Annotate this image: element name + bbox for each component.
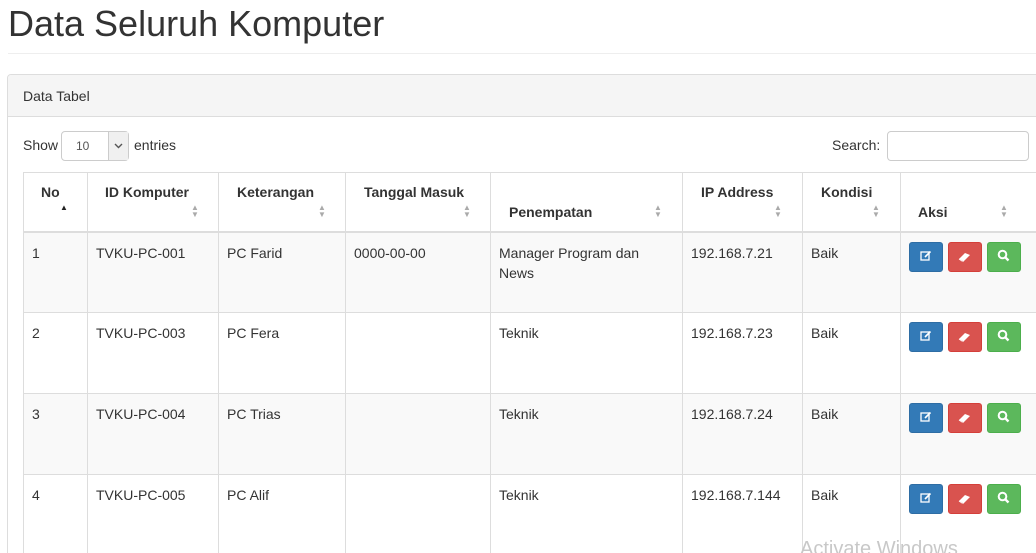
cell-no: 4: [23, 474, 88, 553]
column-header-label: Aksi: [918, 204, 948, 220]
sort-icon: ▲ ▼: [191, 203, 199, 219]
table-row: 2 TVKU-PC-003 PC Fera Teknik 192.168.7.2…: [23, 312, 1036, 394]
cell-no: 2: [23, 312, 88, 394]
entries-label: entries: [134, 137, 177, 153]
cell-ip-address: 192.168.7.144: [682, 474, 803, 553]
panel-heading: Data Tabel: [8, 75, 1036, 117]
search-label: Search:: [832, 137, 881, 153]
cell-aksi: [900, 312, 1036, 394]
column-header-tanggal-masuk[interactable]: Tanggal Masuk ▲ ▼: [345, 172, 491, 233]
edit-button[interactable]: [909, 241, 943, 272]
cell-no: 3: [23, 393, 88, 475]
cell-no: 1: [23, 231, 88, 313]
show-label: Show: [23, 137, 59, 153]
cell-id-komputer: TVKU-PC-004: [87, 393, 219, 475]
column-header-label: Penempatan: [509, 204, 593, 220]
cell-penempatan: Teknik: [490, 474, 683, 553]
column-header-label: IP Address: [701, 184, 774, 200]
edit-button[interactable]: [909, 403, 943, 433]
search-icon: [997, 489, 1010, 509]
search-icon: [997, 327, 1010, 347]
sort-icon: ▲ ▼: [318, 203, 326, 219]
view-button[interactable]: [986, 403, 1021, 433]
sort-icon: ▲ ▼: [872, 203, 880, 219]
title-divider: [8, 53, 1036, 54]
cell-kondisi: Baik: [802, 393, 901, 475]
cell-keterangan: PC Farid: [218, 231, 346, 313]
edit-button[interactable]: [909, 484, 943, 514]
cell-tanggal-masuk: [345, 312, 491, 394]
eraser-icon: [958, 408, 972, 428]
chevron-down-icon[interactable]: [108, 132, 128, 160]
column-header-keterangan[interactable]: Keterangan ▲ ▼: [218, 172, 346, 233]
cell-aksi: [900, 393, 1036, 475]
sort-icon: ▲ ▼: [463, 203, 471, 219]
page-title: Data Seluruh Komputer: [8, 3, 385, 44]
column-header-label: Keterangan: [237, 184, 315, 200]
cell-keterangan: PC Alif: [218, 474, 346, 553]
search-icon: [997, 247, 1010, 267]
cell-tanggal-masuk: [345, 393, 491, 475]
eraser-icon: [958, 327, 972, 347]
cell-penempatan: Manager Program dan News: [490, 231, 683, 313]
eraser-icon: [958, 247, 972, 267]
entries-length-select[interactable]: 10: [61, 131, 129, 161]
delete-button[interactable]: [947, 322, 982, 352]
delete-button[interactable]: [947, 403, 982, 433]
column-header-label: ID Komputer: [105, 184, 189, 200]
delete-button[interactable]: [947, 241, 982, 272]
column-header-no[interactable]: No ▲: [23, 172, 88, 233]
cell-ip-address: 192.168.7.21: [682, 231, 803, 313]
cell-penempatan: Teknik: [490, 393, 683, 475]
cell-tanggal-masuk: 0000-00-00: [345, 231, 491, 313]
sort-icon: ▲ ▼: [1000, 203, 1008, 219]
cell-aksi: [900, 231, 1036, 313]
cell-kondisi: Baik: [802, 312, 901, 394]
cell-tanggal-masuk: [345, 474, 491, 553]
sort-asc-icon: ▲: [60, 203, 68, 212]
cell-ip-address: 192.168.7.24: [682, 393, 803, 475]
search-icon: [997, 408, 1010, 428]
cell-id-komputer: TVKU-PC-003: [87, 312, 219, 394]
table-row: 3 TVKU-PC-004 PC Trias Teknik 192.168.7.…: [23, 393, 1036, 475]
cell-id-komputer: TVKU-PC-005: [87, 474, 219, 553]
data-panel: Data Tabel Show 10 entries Search: No ▲ …: [7, 74, 1036, 553]
column-header-penempatan[interactable]: Penempatan ▲ ▼: [490, 172, 683, 233]
view-button[interactable]: [986, 241, 1021, 272]
cell-id-komputer: TVKU-PC-001: [87, 231, 219, 313]
column-header-ip-address[interactable]: IP Address ▲ ▼: [682, 172, 803, 233]
edit-icon: [920, 408, 932, 428]
cell-kondisi: Baik: [802, 231, 901, 313]
table-row: 1 TVKU-PC-001 PC Farid 0000-00-00 Manage…: [23, 231, 1036, 313]
view-button[interactable]: [986, 322, 1021, 352]
edit-icon: [920, 327, 932, 347]
edit-button[interactable]: [909, 322, 943, 352]
column-header-id-komputer[interactable]: ID Komputer ▲ ▼: [87, 172, 219, 233]
sort-icon: ▲ ▼: [654, 203, 662, 219]
entries-length-value: 10: [76, 139, 90, 153]
cell-ip-address: 192.168.7.23: [682, 312, 803, 394]
edit-icon: [920, 489, 932, 509]
view-button[interactable]: [986, 484, 1021, 514]
eraser-icon: [958, 489, 972, 509]
computer-table: No ▲ ID Komputer ▲ ▼ Keterangan ▲ ▼ Tangga…: [23, 172, 1036, 553]
column-header-kondisi[interactable]: Kondisi ▲ ▼: [802, 172, 901, 233]
column-header-aksi[interactable]: Aksi ▲ ▼: [900, 172, 1036, 233]
column-header-label: Kondisi: [821, 184, 873, 200]
column-header-label: No: [41, 184, 60, 200]
cell-keterangan: PC Trias: [218, 393, 346, 475]
column-header-label: Tanggal Masuk: [364, 184, 465, 200]
delete-button[interactable]: [947, 484, 982, 514]
search-input[interactable]: [887, 131, 1029, 161]
sort-icon: ▲ ▼: [774, 203, 782, 219]
edit-icon: [920, 247, 932, 267]
table-header-row: No ▲ ID Komputer ▲ ▼ Keterangan ▲ ▼ Tangga…: [23, 172, 1036, 233]
cell-keterangan: PC Fera: [218, 312, 346, 394]
cell-penempatan: Teknik: [490, 312, 683, 394]
activate-windows-watermark: Activate Windows: [800, 538, 958, 553]
